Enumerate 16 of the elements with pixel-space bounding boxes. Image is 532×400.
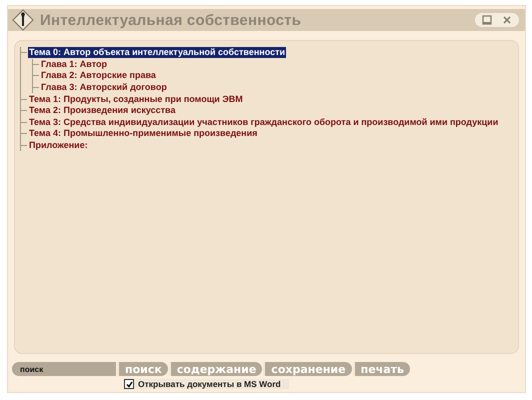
tree-item[interactable]: Глава 1: Автор xyxy=(40,58,108,70)
tree-item[interactable]: Тема 2: Произведения искусства xyxy=(28,105,176,116)
checkbox-label: Открывать документы в MS Word xyxy=(138,379,281,389)
tree-item[interactable]: Глава 3: Авторский договор xyxy=(40,82,168,94)
window-title: Интеллектуальная собственность xyxy=(40,12,302,28)
search-field[interactable]: поиск xyxy=(12,362,116,376)
tree-item[interactable]: Тема 3: Средства индивидуализации участников гражданского оборота и производимой ими продукции xyxy=(28,116,500,128)
close-icon[interactable] xyxy=(502,15,512,25)
tree-item[interactable]: Тема 1: Продукты, созданные при помощи ЭВМ xyxy=(28,94,244,105)
tree-item[interactable]: Глава 2: Авторские права xyxy=(40,70,157,82)
tree-item[interactable]: Тема 4: Промышленно-применимые произведения xyxy=(28,128,258,140)
maximize-icon[interactable] xyxy=(482,15,492,25)
checkbox[interactable] xyxy=(124,379,134,389)
logo-icon xyxy=(12,9,34,31)
tree-item[interactable]: Тема 0: Автор объекта интеллектуальной собственности xyxy=(28,47,286,58)
tree-item[interactable]: Приложение: xyxy=(28,140,89,152)
